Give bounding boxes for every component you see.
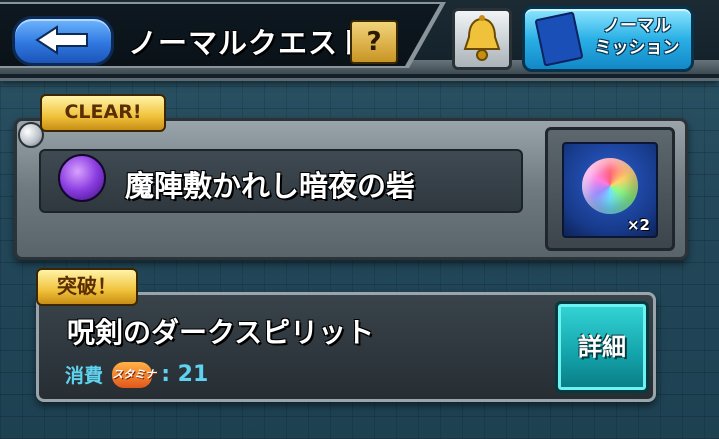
stage-name-plate: 魔陣敷かれし暗夜の砦 — [39, 149, 523, 213]
cost-label: 消費 — [65, 365, 104, 387]
clear-badge: CLEAR! — [40, 94, 166, 132]
quest-card[interactable]: 呪剣のダークスピリット 消費 スタミナ : 21 詳細 — [36, 292, 656, 402]
breakthrough-badge: 突破！ — [36, 268, 138, 306]
stamina-icon: スタミナ — [112, 361, 156, 388]
stamina-cost: 消費 スタミナ : 21 — [65, 361, 208, 389]
notification-button[interactable] — [452, 8, 512, 70]
cost-value: : 21 — [161, 362, 209, 387]
book-icon — [534, 11, 584, 67]
mission-label-line2: ミッション — [594, 38, 680, 58]
normal-mission-button[interactable]: ノーマル ミッション — [522, 6, 694, 72]
dark-element-icon — [58, 154, 106, 202]
stage-card[interactable]: 魔陣敷かれし暗夜の砦 ×2 — [14, 118, 688, 260]
reward-slot: ×2 — [562, 142, 658, 238]
rainbow-orb-icon — [582, 158, 638, 214]
reward-count: ×2 — [626, 216, 650, 234]
bell-icon — [463, 15, 501, 61]
page-title: ノーマルクエスト — [128, 26, 369, 60]
mission-label: ノーマル ミッション — [589, 15, 685, 59]
stage-name: 魔陣敷かれし暗夜の砦 — [125, 169, 416, 203]
left-arrow-icon — [35, 25, 88, 55]
mission-label-line1: ノーマル — [603, 16, 671, 36]
details-button[interactable]: 詳細 — [555, 301, 649, 393]
question-icon: ? — [366, 27, 382, 57]
quest-name: 呪剣のダークスピリット — [67, 316, 375, 349]
reward-box: ×2 — [545, 127, 675, 251]
help-button[interactable]: ? — [350, 20, 398, 64]
back-button[interactable] — [12, 16, 114, 66]
